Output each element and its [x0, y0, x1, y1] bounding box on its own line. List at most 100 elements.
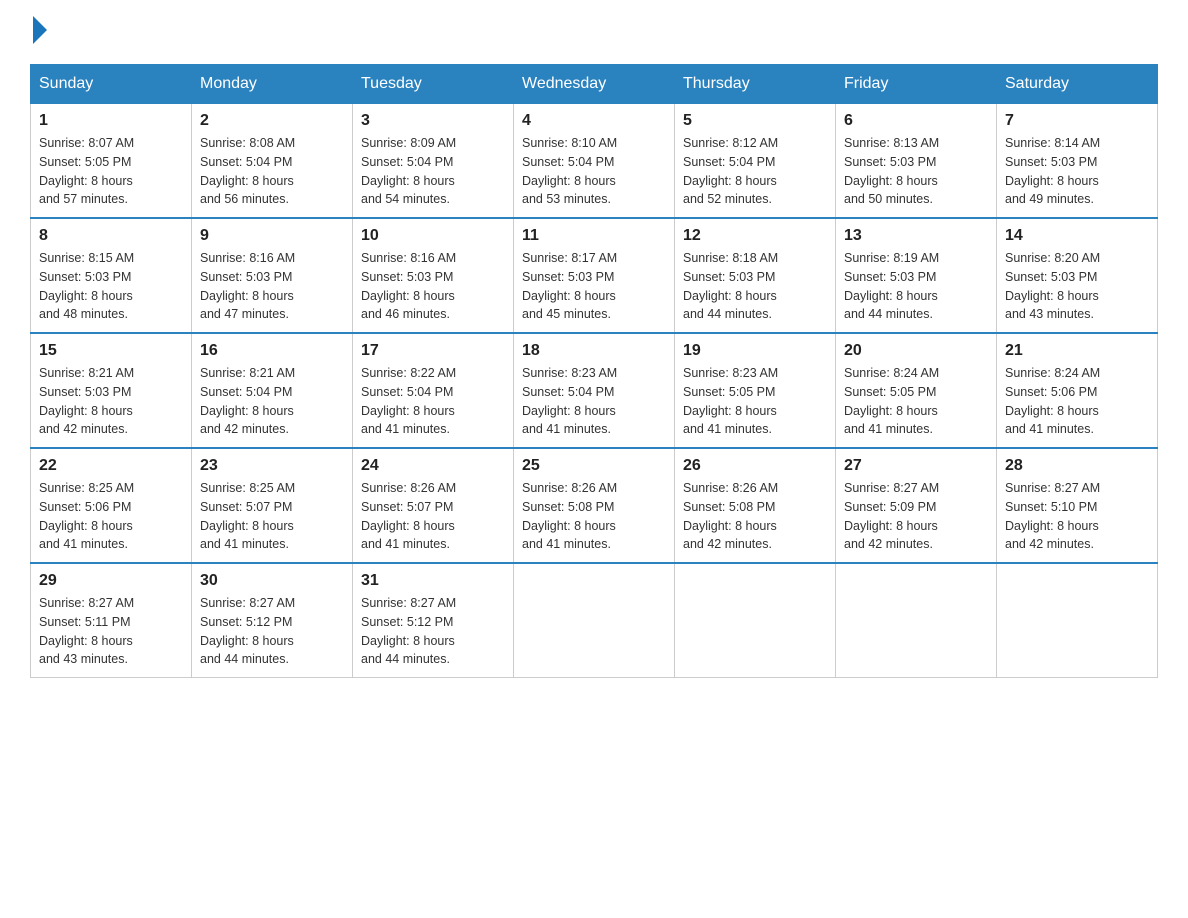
week-row-5: 29 Sunrise: 8:27 AMSunset: 5:11 PMDayligh… — [31, 563, 1158, 678]
calendar-cell: 22Sunrise: 8:25 AMSunset: 5:06 PMDayligh… — [31, 448, 192, 563]
calendar-cell: 23 Sunrise: 8:25 AMSunset: 5:07 PMDayligh… — [192, 448, 353, 563]
calendar-cell: 5 Sunrise: 8:12 AMSunset: 5:04 PMDaylight… — [675, 104, 836, 219]
calendar-cell: 14 Sunrise: 8:20 AMSunset: 5:03 PMDayligh… — [997, 218, 1158, 333]
day-info: Sunrise: 8:27 AMSunset: 5:12 PMDaylight:… — [361, 594, 505, 669]
week-row-3: 15 Sunrise: 8:21 AMSunset: 5:03 PMDayligh… — [31, 333, 1158, 448]
calendar-cell — [997, 563, 1158, 678]
week-row-1: 1Sunrise: 8:07 AMSunset: 5:05 PMDaylight… — [31, 104, 1158, 219]
day-number: 14 — [1005, 227, 1149, 245]
day-number: 17 — [361, 342, 505, 360]
calendar-cell: 4 Sunrise: 8:10 AMSunset: 5:04 PMDaylight… — [514, 104, 675, 219]
day-number: 30 — [200, 572, 344, 590]
day-info: Sunrise: 8:22 AMSunset: 5:04 PMDaylight:… — [361, 364, 505, 439]
day-info: Sunrise: 8:15 AMSunset: 5:03 PMDaylight:… — [39, 249, 183, 324]
calendar-cell: 28 Sunrise: 8:27 AMSunset: 5:10 PMDayligh… — [997, 448, 1158, 563]
weekday-header-thursday: Thursday — [675, 65, 836, 104]
day-info: Sunrise: 8:21 AMSunset: 5:03 PMDaylight:… — [39, 364, 183, 439]
day-number: 19 — [683, 342, 827, 360]
day-number: 16 — [200, 342, 344, 360]
day-number: 24 — [361, 457, 505, 475]
day-info: Sunrise: 8:20 AMSunset: 5:03 PMDaylight:… — [1005, 249, 1149, 324]
day-number: 3 — [361, 112, 505, 130]
day-info: Sunrise: 8:17 AMSunset: 5:03 PMDaylight:… — [522, 249, 666, 324]
day-number: 12 — [683, 227, 827, 245]
weekday-header-wednesday: Wednesday — [514, 65, 675, 104]
page-header — [30, 20, 1158, 44]
day-info: Sunrise: 8:27 AMSunset: 5:12 PMDaylight:… — [200, 594, 344, 669]
weekday-header-row: SundayMondayTuesdayWednesdayThursdayFrid… — [31, 65, 1158, 104]
day-info: Sunrise: 8:26 AMSunset: 5:07 PMDaylight:… — [361, 479, 505, 554]
calendar-cell: 1Sunrise: 8:07 AMSunset: 5:05 PMDaylight… — [31, 104, 192, 219]
calendar-cell: 6 Sunrise: 8:13 AMSunset: 5:03 PMDaylight… — [836, 104, 997, 219]
day-number: 15 — [39, 342, 183, 360]
day-number: 2 — [200, 112, 344, 130]
day-info: Sunrise: 8:09 AMSunset: 5:04 PMDaylight:… — [361, 134, 505, 209]
day-number: 26 — [683, 457, 827, 475]
calendar-cell: 10 Sunrise: 8:16 AMSunset: 5:03 PMDayligh… — [353, 218, 514, 333]
day-info: Sunrise: 8:26 AMSunset: 5:08 PMDaylight:… — [683, 479, 827, 554]
day-number: 21 — [1005, 342, 1149, 360]
day-info: Sunrise: 8:14 AMSunset: 5:03 PMDaylight:… — [1005, 134, 1149, 209]
day-info: Sunrise: 8:27 AMSunset: 5:09 PMDaylight:… — [844, 479, 988, 554]
calendar-cell: 13Sunrise: 8:19 AMSunset: 5:03 PMDayligh… — [836, 218, 997, 333]
day-info: Sunrise: 8:10 AMSunset: 5:04 PMDaylight:… — [522, 134, 666, 209]
day-number: 6 — [844, 112, 988, 130]
day-number: 10 — [361, 227, 505, 245]
calendar-cell: 29 Sunrise: 8:27 AMSunset: 5:11 PMDayligh… — [31, 563, 192, 678]
day-number: 27 — [844, 457, 988, 475]
calendar-cell: 16 Sunrise: 8:21 AMSunset: 5:04 PMDayligh… — [192, 333, 353, 448]
calendar-cell: 17 Sunrise: 8:22 AMSunset: 5:04 PMDayligh… — [353, 333, 514, 448]
day-info: Sunrise: 8:26 AMSunset: 5:08 PMDaylight:… — [522, 479, 666, 554]
calendar-cell: 27 Sunrise: 8:27 AMSunset: 5:09 PMDayligh… — [836, 448, 997, 563]
day-number: 8 — [39, 227, 183, 245]
calendar-cell: 21 Sunrise: 8:24 AMSunset: 5:06 PMDayligh… — [997, 333, 1158, 448]
calendar-table: SundayMondayTuesdayWednesdayThursdayFrid… — [30, 64, 1158, 678]
logo — [30, 20, 47, 44]
calendar-cell: 31 Sunrise: 8:27 AMSunset: 5:12 PMDayligh… — [353, 563, 514, 678]
calendar-cell: 19 Sunrise: 8:23 AMSunset: 5:05 PMDayligh… — [675, 333, 836, 448]
day-number: 23 — [200, 457, 344, 475]
calendar-cell: 25 Sunrise: 8:26 AMSunset: 5:08 PMDayligh… — [514, 448, 675, 563]
day-number: 22 — [39, 457, 183, 475]
calendar-cell: 8 Sunrise: 8:15 AMSunset: 5:03 PMDaylight… — [31, 218, 192, 333]
day-info: Sunrise: 8:18 AMSunset: 5:03 PMDaylight:… — [683, 249, 827, 324]
day-number: 1 — [39, 112, 183, 130]
day-number: 25 — [522, 457, 666, 475]
day-number: 4 — [522, 112, 666, 130]
day-info: Sunrise: 8:25 AMSunset: 5:07 PMDaylight:… — [200, 479, 344, 554]
weekday-header-saturday: Saturday — [997, 65, 1158, 104]
day-number: 9 — [200, 227, 344, 245]
day-number: 29 — [39, 572, 183, 590]
weekday-header-sunday: Sunday — [31, 65, 192, 104]
calendar-cell: 15 Sunrise: 8:21 AMSunset: 5:03 PMDayligh… — [31, 333, 192, 448]
day-info: Sunrise: 8:16 AMSunset: 5:03 PMDaylight:… — [361, 249, 505, 324]
calendar-cell: 9 Sunrise: 8:16 AMSunset: 5:03 PMDaylight… — [192, 218, 353, 333]
day-number: 20 — [844, 342, 988, 360]
weekday-header-tuesday: Tuesday — [353, 65, 514, 104]
calendar-cell: 12 Sunrise: 8:18 AMSunset: 5:03 PMDayligh… — [675, 218, 836, 333]
calendar-cell: 30 Sunrise: 8:27 AMSunset: 5:12 PMDayligh… — [192, 563, 353, 678]
day-number: 11 — [522, 227, 666, 245]
day-info: Sunrise: 8:16 AMSunset: 5:03 PMDaylight:… — [200, 249, 344, 324]
day-info: Sunrise: 8:13 AMSunset: 5:03 PMDaylight:… — [844, 134, 988, 209]
day-number: 31 — [361, 572, 505, 590]
calendar-cell: 11 Sunrise: 8:17 AMSunset: 5:03 PMDayligh… — [514, 218, 675, 333]
day-number: 5 — [683, 112, 827, 130]
calendar-cell — [675, 563, 836, 678]
week-row-4: 22Sunrise: 8:25 AMSunset: 5:06 PMDayligh… — [31, 448, 1158, 563]
day-info: Sunrise: 8:27 AMSunset: 5:11 PMDaylight:… — [39, 594, 183, 669]
day-info: Sunrise: 8:08 AMSunset: 5:04 PMDaylight:… — [200, 134, 344, 209]
day-info: Sunrise: 8:27 AMSunset: 5:10 PMDaylight:… — [1005, 479, 1149, 554]
day-number: 28 — [1005, 457, 1149, 475]
calendar-cell: 18Sunrise: 8:23 AMSunset: 5:04 PMDayligh… — [514, 333, 675, 448]
calendar-cell: 20Sunrise: 8:24 AMSunset: 5:05 PMDayligh… — [836, 333, 997, 448]
day-info: Sunrise: 8:21 AMSunset: 5:04 PMDaylight:… — [200, 364, 344, 439]
day-number: 13 — [844, 227, 988, 245]
weekday-header-friday: Friday — [836, 65, 997, 104]
day-info: Sunrise: 8:24 AMSunset: 5:06 PMDaylight:… — [1005, 364, 1149, 439]
calendar-cell: 26 Sunrise: 8:26 AMSunset: 5:08 PMDayligh… — [675, 448, 836, 563]
calendar-cell: 2 Sunrise: 8:08 AMSunset: 5:04 PMDaylight… — [192, 104, 353, 219]
day-info: Sunrise: 8:23 AMSunset: 5:05 PMDaylight:… — [683, 364, 827, 439]
day-info: Sunrise: 8:12 AMSunset: 5:04 PMDaylight:… — [683, 134, 827, 209]
day-info: Sunrise: 8:23 AMSunset: 5:04 PMDaylight:… — [522, 364, 666, 439]
